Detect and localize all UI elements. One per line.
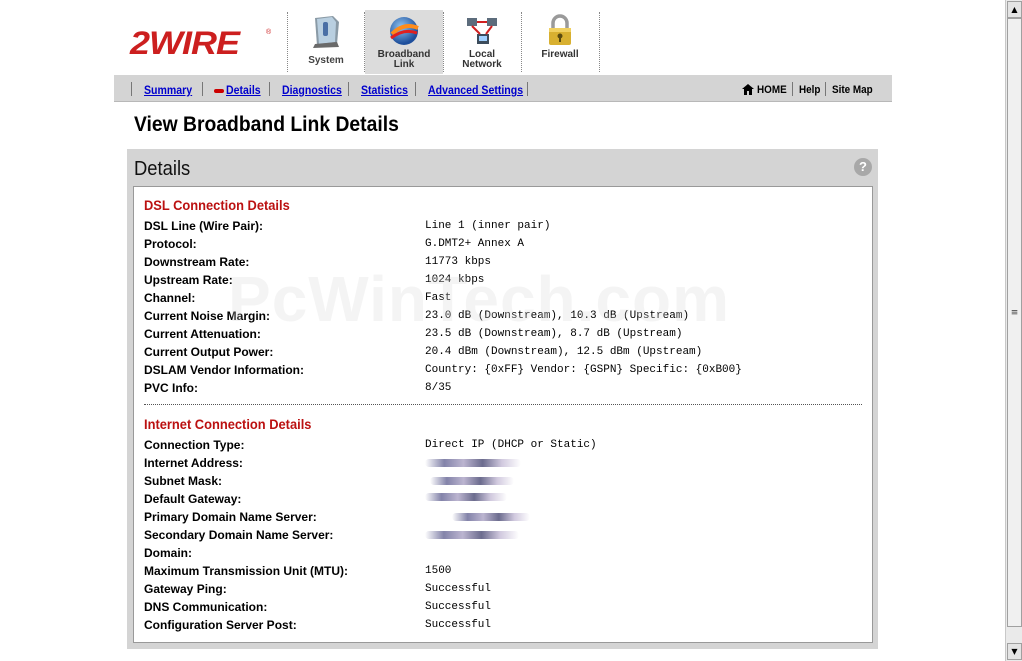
- browser-page: 2WIRE ® System Broadband Link Local Netw…: [0, 0, 1005, 661]
- topnav-local-network[interactable]: Local Network: [443, 10, 521, 74]
- local-network-icon: [467, 18, 497, 44]
- subnav-separator: [527, 82, 528, 96]
- attenuation-label: Current Attenuation:: [144, 327, 261, 341]
- logo-text: 2WIRE: [130, 24, 240, 61]
- topnav-broadband-link[interactable]: Broadband Link: [365, 10, 443, 74]
- arrow-down-icon: ▼: [1011, 647, 1018, 656]
- output-power-label: Current Output Power:: [144, 345, 274, 359]
- topnav-local-network-label: Local Network: [462, 49, 502, 70]
- dsl-line-value: Line 1 (inner pair): [425, 220, 551, 232]
- noise-margin-value: 23.0 dB (Downstream), 10.3 dB (Upstream): [425, 310, 690, 322]
- active-indicator-dot: [214, 89, 224, 93]
- panel-title: Details: [134, 158, 191, 180]
- subnav-separator: [131, 82, 132, 96]
- channel-value: Fast: [425, 292, 452, 304]
- protocol-label: Protocol:: [144, 237, 197, 251]
- subnav-separator: [825, 82, 826, 96]
- subnav-advanced-settings-link[interactable]: Advanced Settings: [428, 83, 523, 97]
- redacted-default-gateway: [425, 493, 507, 501]
- subnet-mask-label: Subnet Mask:: [144, 474, 223, 488]
- dns-communication-value: Successful: [425, 601, 492, 613]
- redacted-primary-dns: [452, 513, 530, 521]
- dsl-line-label: DSL Line (Wire Pair):: [144, 219, 264, 233]
- subnav-statistics-link[interactable]: Statistics: [361, 83, 408, 97]
- site-map-link[interactable]: Site Map: [832, 84, 873, 96]
- vertical-scrollbar[interactable]: ▲ ≡ ▼: [1005, 0, 1022, 661]
- gateway-ping-label: Gateway Ping:: [144, 582, 227, 596]
- grip-icon: ≡: [1010, 308, 1019, 318]
- topnav-firewall-label: Firewall: [541, 49, 579, 60]
- nav-separator: [599, 12, 600, 72]
- subnav-summary-link[interactable]: Summary: [144, 83, 192, 97]
- upstream-rate-value: 1024 kbps: [425, 274, 485, 286]
- pvc-info-label: PVC Info:: [144, 381, 198, 395]
- config-server-post-value: Successful: [425, 619, 492, 631]
- subnav-separator: [415, 82, 416, 96]
- firewall-lock-icon: [549, 14, 571, 45]
- protocol-value: G.DMT2+ Annex A: [425, 238, 525, 250]
- subnav-separator: [269, 82, 270, 96]
- topnav-broadband-label: Broadband Link: [377, 49, 431, 70]
- subnav-separator: [202, 82, 203, 96]
- downstream-rate-label: Downstream Rate:: [144, 255, 250, 269]
- house-icon[interactable]: [742, 84, 754, 95]
- subnav-separator: [792, 82, 793, 96]
- details-content: DSL Connection Details DSL Line (Wire Pa…: [133, 186, 873, 643]
- internet-address-label: Internet Address:: [144, 456, 243, 470]
- subnav-details-link[interactable]: Details: [226, 83, 261, 97]
- pvc-info-value: 8/35: [425, 382, 452, 394]
- dns-communication-label: DNS Communication:: [144, 600, 268, 614]
- dslam-vendor-label: DSLAM Vendor Information:: [144, 363, 304, 377]
- scrollbar-thumb[interactable]: ≡: [1007, 18, 1022, 627]
- arrow-up-icon: ▲: [1011, 5, 1018, 14]
- scroll-up-button[interactable]: ▲: [1007, 1, 1022, 18]
- gateway-ping-value: Successful: [425, 583, 492, 595]
- dsl-section-title: DSL Connection Details: [144, 197, 290, 213]
- help-link[interactable]: Help: [799, 84, 820, 96]
- logo-2wire: 2WIRE ®: [130, 24, 272, 61]
- domain-label: Domain:: [144, 546, 192, 560]
- config-server-post-label: Configuration Server Post:: [144, 618, 297, 632]
- redacted-internet-address: [425, 459, 521, 467]
- connection-type-label: Connection Type:: [144, 438, 245, 452]
- redacted-subnet-mask: [430, 477, 514, 485]
- mtu-label: Maximum Transmission Unit (MTU):: [144, 564, 349, 578]
- page-title: View Broadband Link Details: [134, 113, 399, 136]
- topnav-firewall[interactable]: Firewall: [521, 10, 599, 74]
- section-divider: [144, 404, 862, 405]
- downstream-rate-value: 11773 kbps: [425, 256, 492, 268]
- attenuation-value: 23.5 dB (Downstream), 8.7 dB (Upstream): [425, 328, 683, 340]
- upstream-rate-label: Upstream Rate:: [144, 273, 233, 287]
- dslam-vendor-value: Country: {0xFF} Vendor: {GSPN} Specific:…: [425, 364, 742, 376]
- primary-dns-label: Primary Domain Name Server:: [144, 510, 317, 524]
- scroll-down-button[interactable]: ▼: [1007, 643, 1022, 660]
- channel-label: Channel:: [144, 291, 196, 305]
- sub-navigation-bar: Summary Details Diagnostics Statistics A…: [114, 75, 892, 102]
- output-power-value: 20.4 dBm (Downstream), 12.5 dBm (Upstrea…: [425, 346, 703, 358]
- broadband-globe-icon: [390, 17, 419, 45]
- internet-section-title: Internet Connection Details: [144, 416, 312, 432]
- topnav-system[interactable]: System: [287, 10, 365, 74]
- redacted-secondary-dns: [425, 531, 519, 539]
- noise-margin-label: Current Noise Margin:: [144, 309, 271, 323]
- subnav-separator: [348, 82, 349, 96]
- system-icon: [313, 16, 339, 48]
- logo-registered-mark: ®: [266, 29, 272, 36]
- default-gateway-label: Default Gateway:: [144, 492, 242, 506]
- help-icon[interactable]: ?: [854, 158, 872, 176]
- connection-type-value: Direct IP (DHCP or Static): [425, 439, 597, 451]
- mtu-value: 1500: [425, 565, 452, 577]
- topnav-system-label: System: [308, 55, 344, 66]
- subnav-diagnostics-link[interactable]: Diagnostics: [282, 83, 342, 97]
- home-link[interactable]: HOME: [757, 84, 787, 96]
- details-panel: Details ? DSL Connection Details DSL Lin…: [127, 149, 878, 649]
- secondary-dns-label: Secondary Domain Name Server:: [144, 528, 334, 542]
